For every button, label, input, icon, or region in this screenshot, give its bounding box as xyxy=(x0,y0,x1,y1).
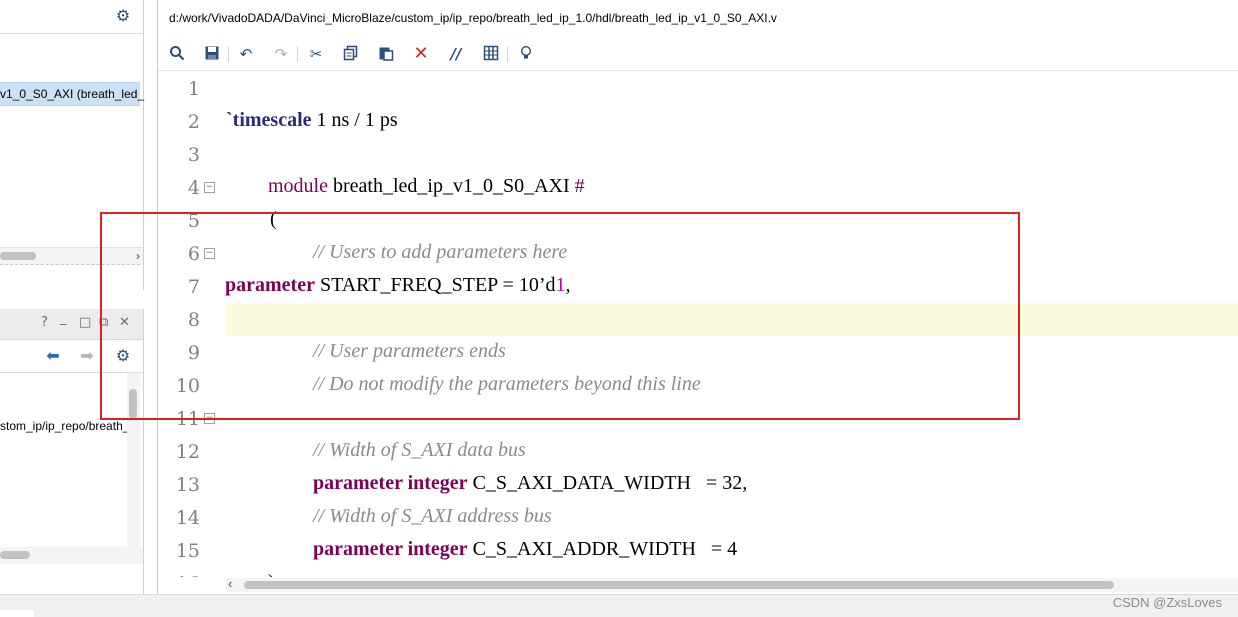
hierarchy-selected-item[interactable]: v1_0_S0_AXI (breath_led_ xyxy=(0,82,144,106)
arrow-left-icon[interactable]: ⬅ xyxy=(45,348,61,364)
line-number: 3 xyxy=(187,144,200,166)
line-number: 2 xyxy=(187,111,200,133)
source-path-item[interactable]: stom_ip/ip_repo/breath_ xyxy=(0,419,129,433)
code-line-15: parameter integer C_S_AXI_ADDR_WIDTH = 4 xyxy=(313,538,737,561)
watermark: CSDN @ZxsLoves xyxy=(1112,595,1222,610)
left-bottom-panel: ? _ □ ⧉ ✕ ⬅ ➡ ⚙ stom_ip/ip_repo/breath_ xyxy=(0,309,144,594)
code-line-5: ( xyxy=(270,208,277,230)
line-number: 14 xyxy=(175,507,200,529)
left-bottom-horizontal-scrollbar[interactable] xyxy=(0,547,143,564)
comment-icon[interactable]: // xyxy=(447,45,465,63)
help-icon[interactable]: ? xyxy=(41,316,48,330)
keyword-token: parameter integer xyxy=(313,538,468,560)
keyword-token: parameter xyxy=(225,274,315,296)
close-icon[interactable]: ✕ xyxy=(119,316,130,330)
copy-icon[interactable] xyxy=(342,45,360,63)
line-number: 13 xyxy=(175,474,200,496)
left-top-toolbar: ⚙ xyxy=(0,0,143,34)
code-line-7: parameter START_FREQ_STEP = 10’d1, xyxy=(225,274,571,297)
fold-toggle-icon[interactable]: − xyxy=(204,182,215,193)
code-line-14: // Width of S_AXI address bus xyxy=(313,505,552,527)
code-token: 1 ns / 1 ps xyxy=(311,109,398,131)
code-token: C_S_AXI_DATA_WIDTH = 32, xyxy=(467,472,748,494)
gear-icon[interactable]: ⚙ xyxy=(115,8,131,24)
left-bottom-toolbar: ⬅ ➡ ⚙ xyxy=(0,340,143,373)
code-token: breath_led_ip_v1_0_S0_AXI xyxy=(328,175,575,197)
line-number: 11 xyxy=(175,408,200,430)
code-token: C_S_AXI_ADDR_WIDTH = 4 xyxy=(467,538,738,560)
delete-icon[interactable]: ✕ xyxy=(412,45,430,63)
gear-icon[interactable]: ⚙ xyxy=(115,348,131,364)
lightbulb-icon[interactable] xyxy=(517,45,535,63)
columns-icon[interactable] xyxy=(482,45,500,63)
line-number: 6 xyxy=(187,243,200,265)
code-line-2: `timescale 1 ns / 1 ps xyxy=(226,109,398,132)
undo-icon[interactable]: ↶ xyxy=(237,45,255,63)
line-number: 15 xyxy=(175,540,200,562)
paste-icon[interactable] xyxy=(377,45,395,63)
left-top-panel: ⚙ v1_0_S0_AXI (breath_led_ › xyxy=(0,0,144,290)
left-bottom-vertical-scrollbar[interactable] xyxy=(127,373,140,551)
line-number: 4 xyxy=(187,177,200,199)
line-number: 7 xyxy=(187,276,200,298)
line-number: 16 xyxy=(158,573,200,577)
maximize-icon[interactable]: □ xyxy=(79,316,91,330)
keyword-token: module xyxy=(268,175,328,197)
toolbar-separator xyxy=(228,46,229,62)
code-token: START_FREQ_STEP = 10’d xyxy=(314,274,556,296)
scrollbar-thumb[interactable] xyxy=(0,252,36,260)
file-path: d:/work/VivadoDADA/DaVinci_MicroBlaze/cu… xyxy=(169,11,777,25)
code-line-4: module breath_led_ip_v1_0_S0_AXI # xyxy=(268,175,585,198)
line-number: 1 xyxy=(187,78,200,100)
left-bottom-title-bar: ? _ □ ⧉ ✕ xyxy=(0,309,143,340)
code-line-16: ) xyxy=(268,571,275,577)
cut-icon[interactable]: ✂ xyxy=(307,45,325,63)
status-bar: CSDN @ZxsLoves xyxy=(0,594,1238,617)
directive-token: `timescale xyxy=(226,109,312,131)
chevron-left-icon[interactable]: ‹ xyxy=(228,576,232,591)
code-line-12: // Width of S_AXI data bus xyxy=(313,439,526,461)
toolbar-separator xyxy=(507,46,508,62)
code-line-6: // Users to add parameters here xyxy=(313,241,568,263)
keyword-token: parameter integer xyxy=(313,472,468,494)
code-line-13: parameter integer C_S_AXI_DATA_WIDTH = 3… xyxy=(313,472,747,495)
line-number: 10 xyxy=(175,375,200,397)
number-token: 1 xyxy=(555,274,566,296)
search-icon[interactable] xyxy=(168,45,186,63)
toolbar-separator xyxy=(297,46,298,62)
scrollbar-thumb[interactable] xyxy=(129,389,137,419)
hierarchy-item-label: v1_0_S0_AXI (breath_led_ xyxy=(0,87,145,101)
scrollbar-thumb[interactable] xyxy=(244,581,1114,589)
panel-divider xyxy=(0,264,140,265)
left-top-horizontal-scrollbar[interactable]: › xyxy=(0,247,143,265)
current-line-highlight xyxy=(225,303,1238,336)
line-number: 12 xyxy=(175,441,200,463)
minimize-icon[interactable]: _ xyxy=(60,312,67,326)
float-icon[interactable]: ⧉ xyxy=(99,316,108,330)
code-editor: d:/work/VivadoDADA/DaVinci_MicroBlaze/cu… xyxy=(157,0,1238,594)
line-number: 9 xyxy=(187,342,200,364)
fold-toggle-icon[interactable]: − xyxy=(204,413,215,424)
line-number: 5 xyxy=(187,210,200,232)
code-line-10: // Do not modify the parameters beyond t… xyxy=(313,373,701,395)
redo-icon[interactable]: ↷ xyxy=(272,45,290,63)
scrollbar-thumb[interactable] xyxy=(0,551,30,559)
arrow-right-icon[interactable]: ➡ xyxy=(79,348,95,364)
save-icon[interactable] xyxy=(203,45,221,63)
editor-horizontal-scrollbar[interactable]: ‹ xyxy=(226,576,1238,592)
chevron-right-icon[interactable]: › xyxy=(136,249,140,263)
code-area[interactable]: 1 2 3 4 5 6 7 8 9 10 11 12 13 14 15 16 −… xyxy=(158,71,1238,577)
code-token: # xyxy=(574,175,585,197)
code-line-9: // User parameters ends xyxy=(313,340,506,362)
fold-toggle-icon[interactable]: − xyxy=(204,248,215,259)
editor-toolbar: ↶ ↷ ✂ ✕ // xyxy=(158,38,1238,71)
code-token: , xyxy=(565,274,571,296)
line-number: 8 xyxy=(187,309,200,331)
